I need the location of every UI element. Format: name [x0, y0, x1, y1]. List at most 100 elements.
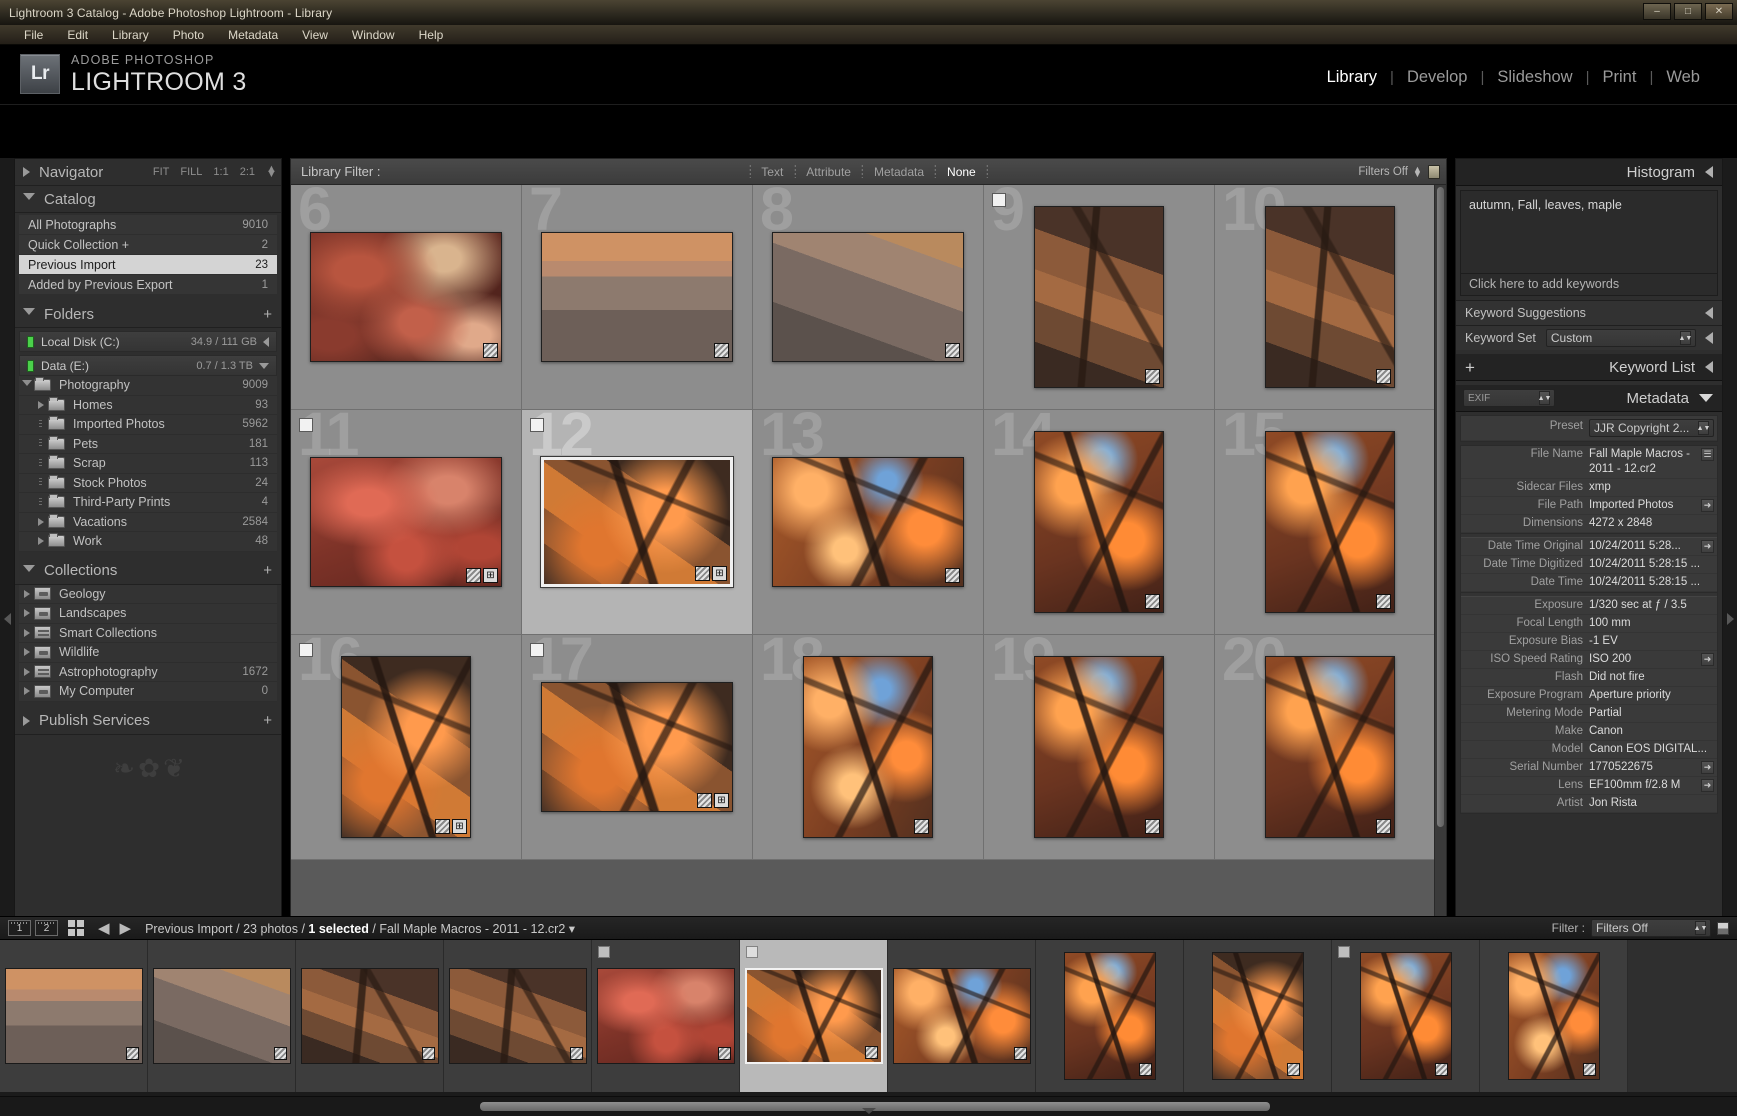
maximize-button[interactable]: □: [1674, 3, 1702, 20]
metadata-value-cell[interactable]: 10/24/2011 5:28:15 ...: [1589, 557, 1717, 572]
folder-row[interactable]: Imported Photos5962: [19, 415, 277, 435]
collection-row[interactable]: Astrophotography1672: [19, 663, 277, 683]
chevron-down-icon[interactable]: ▾: [569, 922, 575, 936]
grid-scrollbar-thumb[interactable]: [1437, 187, 1444, 827]
grid-view-icon[interactable]: [68, 920, 84, 936]
flag-icon[interactable]: [1338, 946, 1350, 958]
metadata-value-cell[interactable]: Jon Rista: [1589, 796, 1717, 811]
flag-icon[interactable]: [746, 946, 758, 958]
photo-thumbnail[interactable]: [772, 232, 964, 362]
adjustment-badge-icon[interactable]: ⊞: [483, 568, 498, 583]
minimize-button[interactable]: –: [1643, 3, 1671, 20]
module-print[interactable]: Print: [1590, 68, 1650, 87]
grid-cell[interactable]: 9: [984, 185, 1215, 410]
keyword-set-select[interactable]: Custom ▲▼: [1546, 329, 1696, 347]
catalog-item[interactable]: Previous Import23: [19, 255, 277, 275]
photo-thumbnail[interactable]: [1034, 656, 1164, 838]
metadata-value-cell[interactable]: 1770522675➜: [1589, 760, 1717, 775]
photo-thumbnail[interactable]: [1034, 206, 1164, 388]
filter-tab-text[interactable]: Text: [750, 165, 794, 179]
metadata-value-cell[interactable]: Did not fire: [1589, 670, 1717, 685]
metadata-header[interactable]: EXIF ▲▼ Metadata: [1456, 385, 1722, 412]
keyword-badge-icon[interactable]: [697, 793, 712, 808]
navigator-mode-2-1[interactable]: 2:1: [240, 166, 255, 178]
disclosure-icon[interactable]: [19, 687, 34, 695]
filter-toggle-icon[interactable]: [1717, 922, 1729, 935]
filmstrip-thumbnail[interactable]: [301, 968, 439, 1064]
menu-item-metadata[interactable]: Metadata: [216, 25, 290, 45]
go-to-icon[interactable]: ➜: [1701, 499, 1714, 512]
keyword-badge-icon[interactable]: [1376, 819, 1391, 834]
metadata-value-cell[interactable]: xmp: [1589, 480, 1717, 495]
metadata-value-cell[interactable]: Canon: [1589, 724, 1717, 739]
menu-item-file[interactable]: File: [12, 25, 55, 45]
disclosure-icon[interactable]: [33, 459, 48, 468]
metadata-value-cell[interactable]: 4272 x 2848: [1589, 516, 1717, 531]
filmstrip-thumbnail[interactable]: [1064, 952, 1156, 1080]
navigator-mode-fit[interactable]: FIT: [153, 166, 170, 178]
photo-thumbnail[interactable]: ⊞: [341, 656, 471, 838]
flag-icon[interactable]: [598, 946, 610, 958]
keyword-badge-icon[interactable]: [945, 343, 960, 358]
menu-item-help[interactable]: Help: [407, 25, 456, 45]
folder-row[interactable]: Work48: [19, 532, 277, 552]
keyword-badge-icon[interactable]: [865, 1046, 878, 1059]
photo-thumbnail[interactable]: ⊞: [541, 457, 733, 587]
volume-row[interactable]: Data (E:)0.7 / 1.3 TB: [19, 355, 277, 376]
disclosure-icon[interactable]: [33, 537, 48, 545]
go-to-icon[interactable]: ➜: [1701, 653, 1714, 666]
disclosure-icon[interactable]: [33, 439, 48, 448]
keyword-badge-icon[interactable]: [274, 1047, 287, 1060]
grid-cell[interactable]: 12⊞: [522, 410, 753, 635]
folder-row[interactable]: Stock Photos24: [19, 474, 277, 494]
screen-1-button[interactable]: 1: [8, 920, 31, 936]
publish-services-header[interactable]: Publish Services +: [15, 708, 281, 735]
grid-cell[interactable]: 15: [1215, 410, 1446, 635]
flag-icon[interactable]: [299, 418, 313, 432]
grid-cell[interactable]: 11⊞: [291, 410, 522, 635]
back-arrow-icon[interactable]: ◀: [98, 921, 110, 936]
menu-item-edit[interactable]: Edit: [55, 25, 100, 45]
metadata-value-cell[interactable]: -1 EV: [1589, 634, 1717, 649]
photo-thumbnail[interactable]: ⊞: [541, 682, 733, 812]
filter-tab-none[interactable]: None: [936, 165, 987, 179]
navigator-mode-1-1[interactable]: 1:1: [213, 166, 228, 178]
grid-cell[interactable]: 6: [291, 185, 522, 410]
collection-row[interactable]: My Computer0: [19, 682, 277, 702]
filmstrip-cell[interactable]: [1184, 940, 1332, 1092]
metadata-value-cell[interactable]: 100 mm: [1589, 616, 1717, 631]
grid-cell[interactable]: 7: [522, 185, 753, 410]
grid-cell[interactable]: 8: [753, 185, 984, 410]
filmstrip-cell[interactable]: [296, 940, 444, 1092]
metadata-value-cell[interactable]: 10/24/2011 5:28:15 ...: [1589, 575, 1717, 590]
filmstrip-cell[interactable]: [444, 940, 592, 1092]
menu-item-library[interactable]: Library: [100, 25, 161, 45]
metadata-value-cell[interactable]: Aperture priority: [1589, 688, 1717, 703]
photo-thumbnail[interactable]: [1034, 431, 1164, 613]
keyword-badge-icon[interactable]: [914, 819, 929, 834]
navigator-mode-fill[interactable]: FILL: [180, 166, 202, 178]
grid-cell[interactable]: 18: [753, 635, 984, 860]
flag-icon[interactable]: [992, 193, 1006, 207]
metadata-value-cell[interactable]: Canon EOS DIGITAL...: [1589, 742, 1717, 757]
disclosure-icon[interactable]: [19, 590, 34, 598]
flag-icon[interactable]: [299, 643, 313, 657]
grid-cell[interactable]: 17⊞: [522, 635, 753, 860]
module-web[interactable]: Web: [1653, 68, 1713, 87]
metadata-value-cell[interactable]: 10/24/2011 5:28...➜: [1589, 539, 1717, 554]
filmstrip-thumbnail[interactable]: [153, 968, 291, 1064]
navigator-stepper-icon[interactable]: ▲▼: [266, 167, 273, 177]
keyword-badge-icon[interactable]: [126, 1047, 139, 1060]
disclosure-icon[interactable]: [33, 498, 48, 507]
lock-icon[interactable]: [1428, 165, 1440, 179]
adjustment-badge-icon[interactable]: ⊞: [714, 793, 729, 808]
keyword-badge-icon[interactable]: [1145, 594, 1160, 609]
keyword-badge-icon[interactable]: [1145, 819, 1160, 834]
catalog-header[interactable]: Catalog: [15, 186, 281, 213]
keyword-badge-icon[interactable]: [1583, 1063, 1596, 1076]
folders-header[interactable]: Folders +: [15, 301, 281, 328]
flag-icon[interactable]: [530, 643, 544, 657]
disclosure-icon[interactable]: [19, 668, 34, 676]
keyword-badge-icon[interactable]: [1139, 1063, 1152, 1076]
photo-thumbnail[interactable]: [541, 232, 733, 362]
